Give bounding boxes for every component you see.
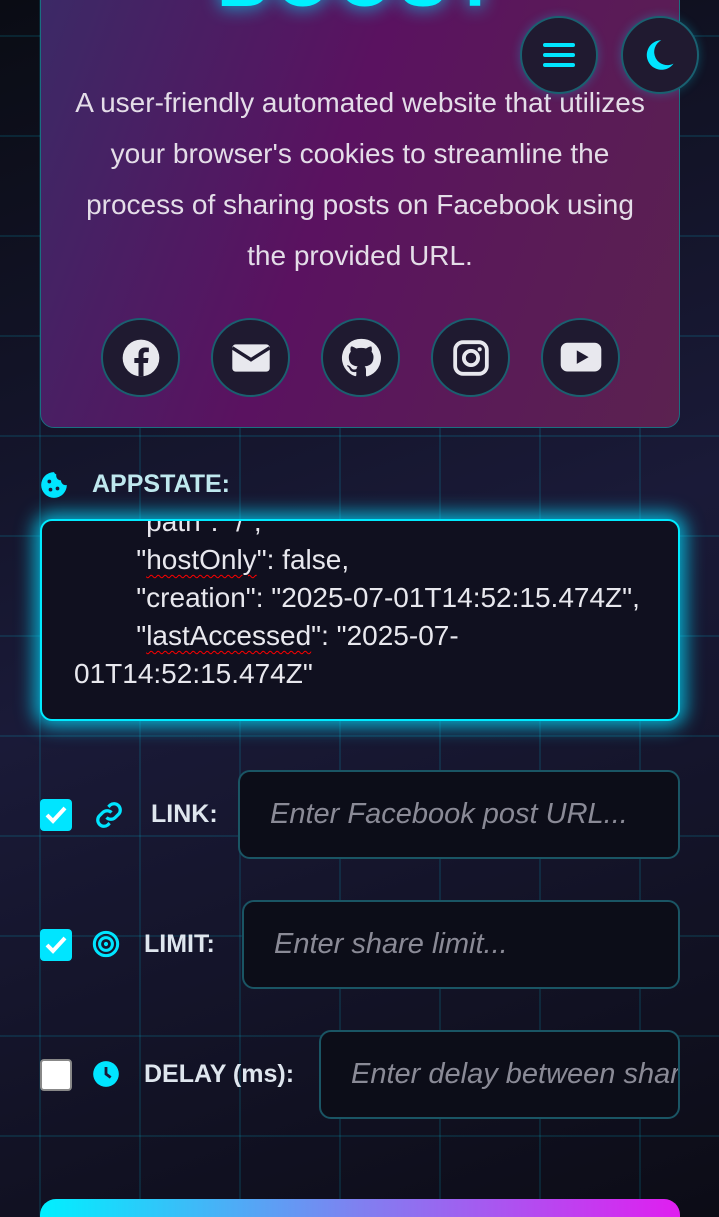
youtube-link[interactable] <box>541 318 620 397</box>
link-checkbox[interactable] <box>40 799 72 831</box>
delay-input[interactable]: Enter delay between shares... <box>319 1030 680 1119</box>
appstate-line: "path": "/", <box>74 519 262 537</box>
site-description: A user-friendly automated website that u… <box>75 87 645 271</box>
youtube-icon <box>560 342 601 372</box>
site-title: BOOST <box>41 0 679 23</box>
github-link[interactable] <box>321 318 400 397</box>
checkmark-icon <box>45 936 67 954</box>
appstate-label: APPSTATE: <box>92 470 230 498</box>
checkmark-icon <box>45 806 67 824</box>
submit-button[interactable] <box>40 1199 680 1217</box>
limit-label: LIMIT: <box>144 930 215 958</box>
instagram-icon <box>452 339 489 376</box>
appstate-line: "creation": "2025-07-01T14:52:15.474Z", <box>74 582 640 613</box>
delay-checkbox[interactable] <box>40 1059 72 1091</box>
target-icon <box>92 930 120 958</box>
clock-icon <box>93 1061 119 1087</box>
facebook-icon <box>122 339 159 376</box>
email-link[interactable] <box>211 318 290 397</box>
moon-icon <box>646 40 674 70</box>
appstate-textarea[interactable]: "path": "/", "hostOnly": false, "creatio… <box>40 519 680 721</box>
hamburger-icon <box>543 43 575 67</box>
appstate-key: lastAccessed <box>146 620 312 651</box>
theme-toggle-button[interactable] <box>621 16 699 94</box>
limit-checkbox[interactable] <box>40 929 72 961</box>
appstate-key: hostOnly <box>146 544 257 575</box>
facebook-link[interactable] <box>101 318 180 397</box>
envelope-icon <box>230 343 271 372</box>
delay-label: DELAY (ms): <box>144 1060 295 1088</box>
link-label: LINK: <box>151 800 218 828</box>
cookie-icon <box>41 472 67 498</box>
link-input[interactable]: Enter Facebook post URL... <box>238 770 680 859</box>
github-icon <box>341 338 381 376</box>
menu-button[interactable] <box>520 16 598 94</box>
limit-input[interactable]: Enter share limit... <box>242 900 680 989</box>
link-icon <box>96 802 122 828</box>
instagram-link[interactable] <box>431 318 510 397</box>
